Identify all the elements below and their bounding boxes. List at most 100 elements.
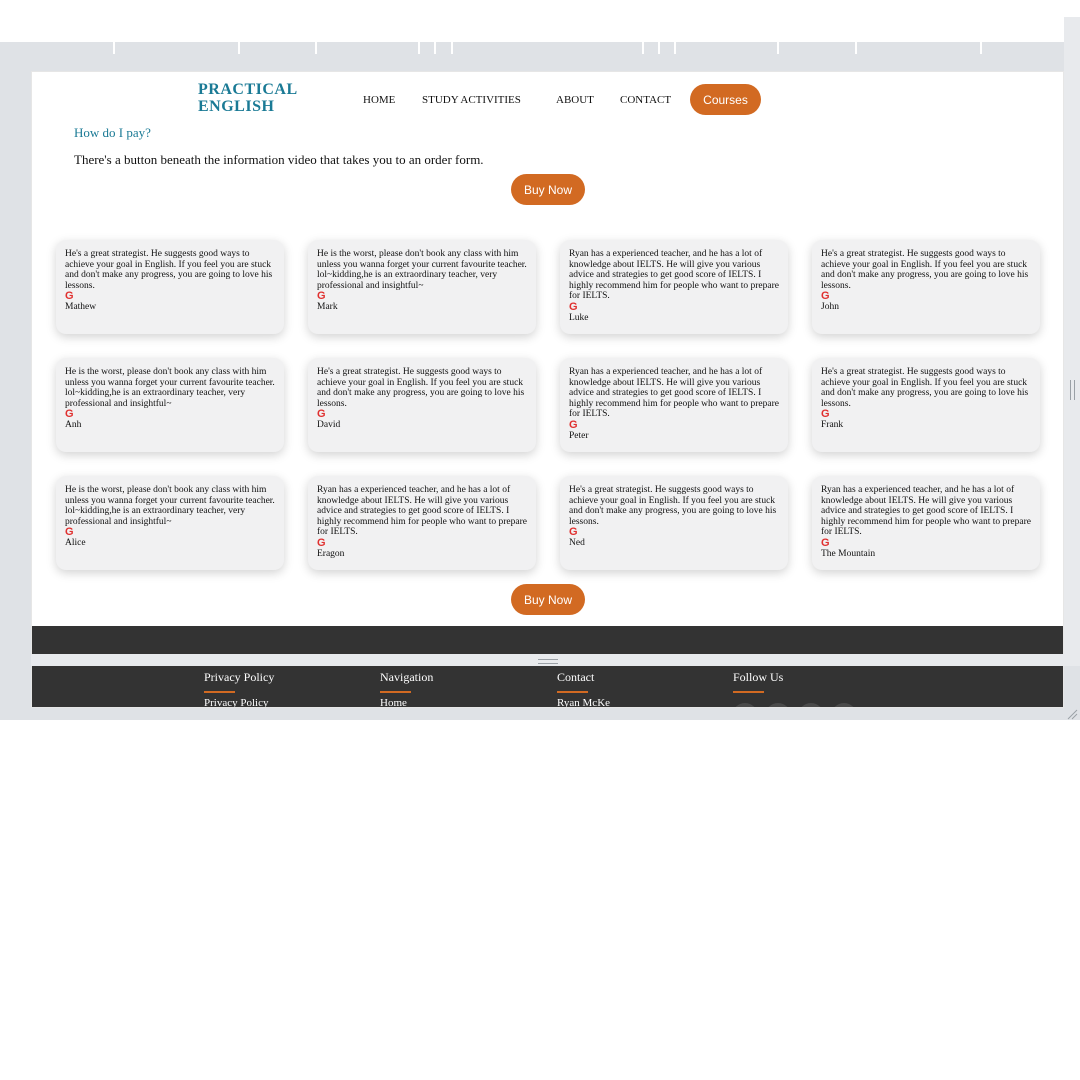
review-text: Ryan has a experienced teacher, and he h… xyxy=(317,485,527,538)
tab-strip-segment[interactable] xyxy=(420,42,436,54)
reviewer-name: The Mountain xyxy=(821,548,876,559)
review-card: He's a great strategist. He suggests goo… xyxy=(812,240,1040,334)
tab-strip-segment[interactable] xyxy=(857,42,982,54)
reviewer-name: Ned xyxy=(569,538,585,549)
review-text: Ryan has a experienced teacher, and he h… xyxy=(821,485,1031,538)
reviewer-name: Eragon xyxy=(317,548,345,559)
nav-contact[interactable]: CONTACT xyxy=(620,94,671,106)
review-text: He's a great strategist. He suggests goo… xyxy=(821,249,1029,291)
faq-question: How do I pay? xyxy=(74,125,151,140)
social-icon[interactable] xyxy=(732,703,758,707)
google-icon: G xyxy=(569,526,578,539)
social-icon[interactable] xyxy=(831,703,857,707)
tab-strip-segment[interactable] xyxy=(0,42,115,54)
footer-heading: Privacy Policy xyxy=(204,670,275,684)
review-card: He's a great strategist. He suggests goo… xyxy=(56,240,284,334)
review-text: He's a great strategist. He suggests goo… xyxy=(821,367,1029,409)
scrollbar-grip-icon[interactable] xyxy=(1070,380,1075,400)
logo-line-1: PRACTICAL xyxy=(198,81,298,98)
nav-study-activities[interactable]: STUDY ACTIVITIES xyxy=(422,94,521,106)
reviewer-name: Peter xyxy=(569,430,589,441)
footer-column-follow: Follow Us xyxy=(733,670,783,693)
buy-now-button-bottom[interactable]: Buy Now xyxy=(511,584,585,615)
vertical-scrollbar[interactable] xyxy=(1064,17,1080,666)
courses-button[interactable]: Courses xyxy=(690,84,761,115)
google-icon: G xyxy=(65,408,74,421)
reviewer-name: Alice xyxy=(65,538,86,549)
google-icon: G xyxy=(317,290,326,303)
tab-strip-segment[interactable] xyxy=(779,42,857,54)
footer-link[interactable]: Privacy Policy xyxy=(204,697,268,707)
reviews-grid: He's a great strategist. He suggests goo… xyxy=(56,240,1044,570)
reviewer-name: Mark xyxy=(317,302,338,313)
reviewer-name: Mathew xyxy=(65,302,97,313)
review-text: He is the worst, please don't book any c… xyxy=(317,249,527,291)
review-text: He is the worst, please don't book any c… xyxy=(65,485,275,527)
review-card: Ryan has a experienced teacher, and he h… xyxy=(560,240,788,334)
faq-answer: There's a button beneath the information… xyxy=(74,152,484,167)
nav-about[interactable]: ABOUT xyxy=(556,94,594,106)
browser-tab-strip xyxy=(0,42,1080,54)
review-text: He's a great strategist. He suggests goo… xyxy=(569,485,777,527)
tab-strip-segment[interactable] xyxy=(240,42,317,54)
review-text: Ryan has a experienced teacher, and he h… xyxy=(569,249,779,302)
footer-heading: Contact xyxy=(557,670,595,684)
heading-underline xyxy=(557,691,588,693)
tab-strip-segment[interactable] xyxy=(317,42,420,54)
logo-line-2: ENGLISH xyxy=(198,98,275,115)
buy-now-button-top[interactable]: Buy Now xyxy=(511,174,585,205)
review-card: Ryan has a experienced teacher, and he h… xyxy=(812,476,1040,570)
preview-frame: PRACTICAL ENGLISH HOME STUDY ACTIVITIES … xyxy=(0,54,1080,720)
tab-strip-segment[interactable] xyxy=(436,42,453,54)
google-icon: G xyxy=(569,418,578,431)
tab-strip-segment[interactable] xyxy=(660,42,676,54)
site-logo[interactable]: PRACTICAL ENGLISH xyxy=(198,81,318,115)
social-icon[interactable] xyxy=(765,703,791,707)
resize-grip-icon[interactable] xyxy=(538,659,558,664)
tab-strip-segment[interactable] xyxy=(676,42,779,54)
google-icon: G xyxy=(821,290,830,303)
heading-underline xyxy=(733,691,764,693)
review-card: He's a great strategist. He suggests goo… xyxy=(560,476,788,570)
footer-heading: Follow Us xyxy=(733,670,784,684)
footer-column-privacy: Privacy Policy Privacy Policy xyxy=(204,670,275,707)
review-text: He is the worst, please don't book any c… xyxy=(65,367,275,409)
review-card: He is the worst, please don't book any c… xyxy=(56,358,284,452)
google-icon: G xyxy=(569,300,578,313)
heading-underline xyxy=(204,691,235,693)
footer-column-navigation: Navigation Home xyxy=(380,670,434,707)
review-card: He's a great strategist. He suggests goo… xyxy=(308,358,536,452)
review-card: Ryan has a experienced teacher, and he h… xyxy=(560,358,788,452)
review-text: He's a great strategist. He suggests goo… xyxy=(317,367,525,409)
nav-home[interactable]: HOME xyxy=(363,94,395,106)
google-icon: G xyxy=(821,536,830,549)
reviewer-name: David xyxy=(317,420,341,431)
resize-handle-icon[interactable] xyxy=(1066,708,1078,720)
social-icon[interactable] xyxy=(798,703,824,707)
review-card: He's a great strategist. He suggests goo… xyxy=(812,358,1040,452)
reviewer-name: Luke xyxy=(569,312,589,323)
footer-link[interactable]: Ryan McKe xyxy=(557,697,610,707)
review-card: He is the worst, please don't book any c… xyxy=(56,476,284,570)
footer-column-contact: Contact Ryan McKe xyxy=(557,670,610,707)
google-icon: G xyxy=(821,408,830,421)
google-icon: G xyxy=(317,536,326,549)
footer-heading: Navigation xyxy=(380,670,434,684)
tab-strip-segment[interactable] xyxy=(644,42,660,54)
reviewer-name: John xyxy=(821,302,839,313)
google-icon: G xyxy=(65,290,74,303)
page-viewport: PRACTICAL ENGLISH HOME STUDY ACTIVITIES … xyxy=(31,71,1064,708)
review-text: He's a great strategist. He suggests goo… xyxy=(65,249,273,291)
social-icons xyxy=(732,703,857,707)
tab-strip-segment[interactable] xyxy=(115,42,240,54)
reviewer-name: Anh xyxy=(65,420,82,431)
tab-strip-segment[interactable] xyxy=(453,42,644,54)
review-card: Ryan has a experienced teacher, and he h… xyxy=(308,476,536,570)
review-text: Ryan has a experienced teacher, and he h… xyxy=(569,367,779,420)
reviewer-name: Frank xyxy=(821,420,844,431)
review-card: He is the worst, please don't book any c… xyxy=(308,240,536,334)
heading-underline xyxy=(380,691,411,693)
footer-link[interactable]: Home xyxy=(380,697,407,707)
google-icon: G xyxy=(65,526,74,539)
site-footer: Privacy Policy Privacy Policy Navigation… xyxy=(32,626,1063,707)
